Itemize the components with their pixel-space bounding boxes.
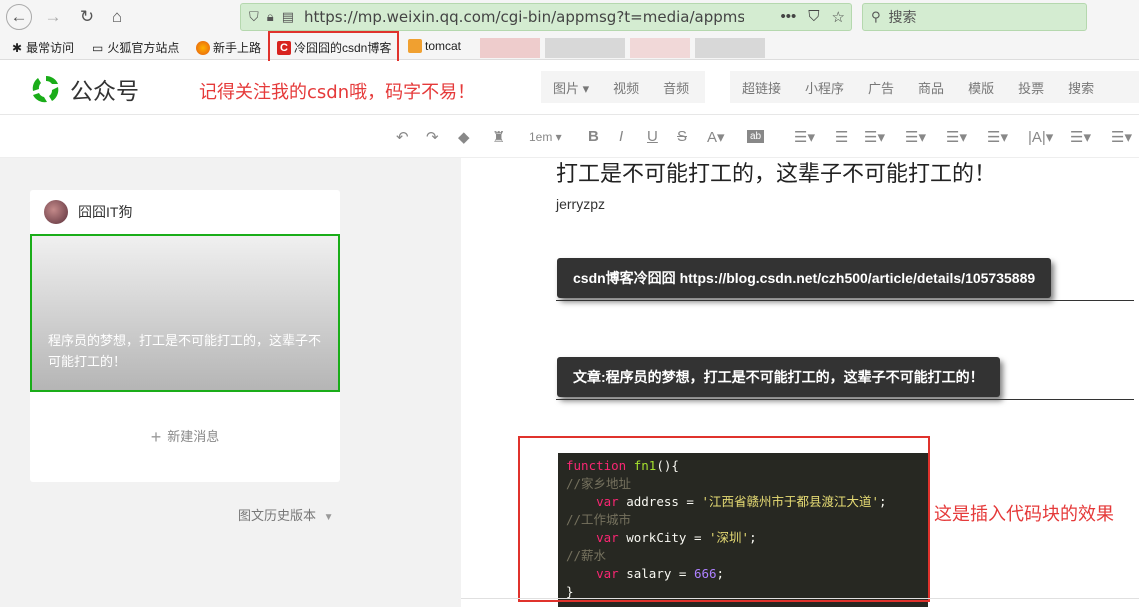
bookmark-label: 新手上路 — [213, 41, 262, 55]
account-name: 囧囧IT狗 — [78, 204, 133, 220]
menu-video[interactable]: 视频 — [601, 78, 651, 97]
format-painter-icon[interactable]: ◆ — [458, 128, 470, 146]
blurred-bookmarks — [545, 38, 625, 58]
bookmark-label: 火狐官方站点 — [107, 41, 180, 55]
italic-icon[interactable]: I — [619, 128, 623, 145]
redo-icon[interactable]: ↷ — [426, 128, 439, 146]
home-icon[interactable]: ⌂ — [104, 5, 130, 29]
avatar — [44, 200, 68, 224]
more-tools-icon[interactable]: ☰▾ — [1111, 128, 1132, 146]
text-direction-icon[interactable]: |A|▾ — [1028, 128, 1053, 146]
line-height-icon[interactable]: ☰▾ — [905, 128, 926, 146]
search-placeholder: 搜索 — [888, 9, 917, 25]
divider — [556, 300, 1134, 301]
paragraph-spacing-icon[interactable]: ☰▾ — [864, 128, 885, 146]
menu-templates[interactable]: 模版 — [956, 78, 1006, 97]
app-header: 公众号 记得关注我的csdn哦，码字不易！ 图片 ▾ 视频 音频 超链接 小程序… — [0, 61, 1139, 115]
caret-down-icon: ▼ — [323, 512, 334, 523]
logo-text: 公众号 — [70, 79, 139, 105]
url-text[interactable]: https://mp.weixin.qq.com/cgi-bin/appmsg?… — [304, 8, 744, 26]
bookmark-label: tomcat — [425, 39, 462, 53]
bookmark-most-visited[interactable]: ✱ 最常访问 — [12, 39, 74, 56]
logo[interactable]: 公众号 — [30, 72, 139, 106]
link-box[interactable]: csdn博客冷囧囧 https://blog.csdn.net/czh500/a… — [557, 258, 1052, 298]
left-panel: 囧囧IT狗 程序员的梦想，打工是不可能打工的，这辈子不可能打工的！ + 新建消息 … — [0, 158, 461, 607]
letter-spacing-icon[interactable]: ☰▾ — [987, 128, 1008, 146]
editor-toolbar: ↶ ↷ ◆ ♜ 1em ▾ B I U S A▾ ab ☰▾ ☰ ☰▾ ☰▾ ☰… — [0, 116, 1139, 158]
bookmark-getting-started[interactable]: 新手上路 — [196, 39, 261, 56]
pocket-icon[interactable]: ⛉ — [808, 8, 819, 26]
code-annotation: 这是插入代码块的效果 — [934, 504, 1114, 525]
history-versions-button[interactable]: 图文历史版本 ▼ — [238, 505, 334, 524]
strikethrough-icon[interactable]: S — [677, 128, 687, 145]
search-icon: ⚲ — [871, 9, 881, 24]
back-icon[interactable]: ← — [6, 4, 32, 30]
undo-icon[interactable]: ↶ — [396, 128, 409, 146]
editor-content[interactable]: 打工是不可能打工的，这辈子不可能打工的！ jerryzpz csdn博客冷囧囧 … — [461, 158, 1139, 607]
card-header: 囧囧IT狗 — [44, 200, 132, 224]
browser-toolbar: ← → ↻ ⌂ ⛉ 🔒︎ ▤ https://mp.weixin.qq.com/… — [0, 0, 1139, 34]
bookmark-firefox-site[interactable]: ▭ 火狐官方站点 — [92, 39, 179, 56]
code-highlight-frame — [518, 436, 930, 602]
menu-hyperlink[interactable]: 超链接 — [730, 78, 793, 97]
tomcat-icon — [408, 39, 422, 53]
cover-title: 程序员的梦想，打工是不可能打工的，这辈子不可能打工的！ — [48, 333, 322, 369]
bottom-divider — [461, 598, 1139, 599]
new-message-label: 新建消息 — [167, 429, 220, 444]
lock-icon[interactable]: 🔒︎ — [267, 9, 274, 25]
article-cover[interactable]: 程序员的梦想，打工是不可能打工的，这辈子不可能打工的！ — [30, 234, 340, 392]
spacing-after-icon[interactable]: ☰▾ — [946, 128, 967, 146]
bookmark-highlight-frame — [268, 31, 399, 65]
font-size-value: 1em — [529, 130, 553, 144]
message-card: 囧囧IT狗 程序员的梦想，打工是不可能打工的，这辈子不可能打工的！ + 新建消息 — [30, 190, 340, 482]
article-author[interactable]: jerryzpz — [556, 196, 605, 212]
indent-icon[interactable]: ☰ — [835, 128, 848, 146]
menu-mini-program[interactable]: 小程序 — [793, 78, 856, 97]
menu-products[interactable]: 商品 — [906, 78, 956, 97]
menu-ads[interactable]: 广告 — [856, 78, 906, 97]
insert-menu: 超链接 小程序 广告 商品 模版 投票 搜索 — [730, 71, 1139, 103]
list-icon[interactable]: ☰▾ — [1070, 128, 1091, 146]
font-color-icon[interactable]: A▾ — [707, 128, 725, 146]
underline-icon[interactable]: U — [647, 128, 658, 145]
page-icon: ▤ — [281, 9, 294, 24]
bookmark-tomcat[interactable]: tomcat — [408, 39, 461, 53]
blurred-bookmarks — [480, 38, 540, 58]
font-size-select[interactable]: 1em ▾ — [529, 130, 562, 144]
forward-icon[interactable]: → — [40, 5, 66, 29]
history-label: 图文历史版本 — [238, 508, 317, 523]
plus-icon: + — [150, 427, 162, 447]
blurred-bookmarks — [695, 38, 765, 58]
star-icon[interactable]: ☆ — [832, 8, 845, 26]
new-message-button[interactable]: + 新建消息 — [30, 426, 340, 448]
search-input[interactable]: ⚲ 搜索 — [862, 3, 1087, 31]
gear-icon: ✱ — [12, 40, 23, 55]
menu-search[interactable]: 搜索 — [1056, 78, 1106, 97]
bold-icon[interactable]: B — [588, 128, 599, 145]
bookmark-label: 最常访问 — [26, 41, 75, 55]
annotation-note: 记得关注我的csdn哦，码字不易！ — [199, 82, 476, 103]
firefox-icon — [196, 40, 210, 55]
menu-image[interactable]: 图片 ▾ — [541, 78, 601, 97]
wechat-logo-icon — [32, 76, 59, 103]
blurred-bookmarks — [630, 38, 690, 58]
menu-vote[interactable]: 投票 — [1006, 78, 1056, 97]
divider — [556, 399, 1134, 400]
menu-audio[interactable]: 音频 — [651, 78, 701, 97]
align-icon[interactable]: ☰▾ — [794, 128, 815, 146]
clear-format-icon[interactable]: ♜ — [492, 128, 505, 146]
reload-icon[interactable]: ↻ — [74, 5, 100, 29]
article-box[interactable]: 文章:程序员的梦想，打工是不可能打工的，这辈子不可能打工的！ — [557, 357, 1000, 397]
background-color-icon[interactable]: ab — [747, 130, 765, 143]
url-bar[interactable]: ⛉ 🔒︎ ▤ https://mp.weixin.qq.com/cgi-bin/… — [240, 3, 852, 31]
media-menu: 图片 ▾ 视频 音频 — [541, 71, 705, 103]
menu-label: 图片 — [553, 80, 580, 96]
more-icon[interactable]: ••• — [781, 8, 797, 26]
article-title[interactable]: 打工是不可能打工的，这辈子不可能打工的！ — [556, 156, 996, 188]
shield-icon[interactable]: ⛉ — [249, 9, 259, 25]
folder-icon: ▭ — [92, 40, 104, 55]
